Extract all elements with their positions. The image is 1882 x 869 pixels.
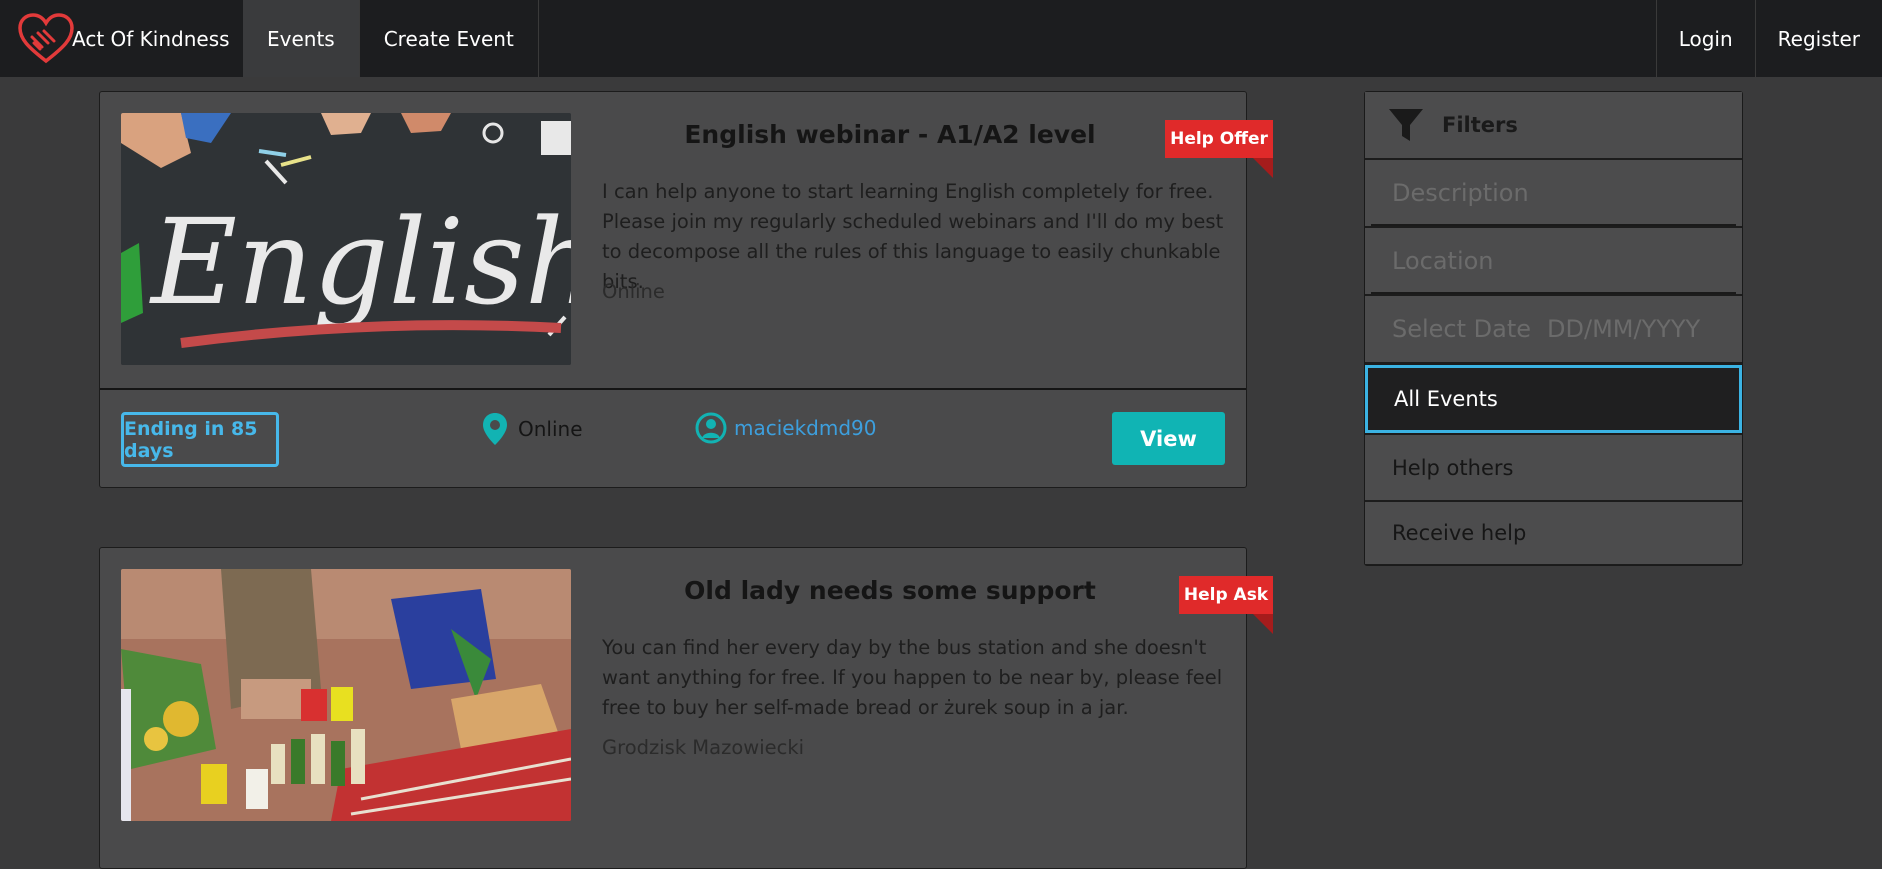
event-description: I can help anyone to start learning Engl… bbox=[602, 180, 1224, 293]
author-name[interactable]: maciekdmd90 bbox=[734, 416, 877, 440]
brand-name: Act Of Kindness bbox=[72, 26, 230, 51]
location-filter-input[interactable]: Location bbox=[1365, 228, 1742, 294]
event-description: You can find her every day by the bus st… bbox=[602, 636, 1223, 719]
help-ask-badge: Help Ask bbox=[1179, 576, 1273, 634]
filter-option-receive-help[interactable]: Receive help bbox=[1365, 502, 1742, 564]
filters-panel: Filters Description Location Select Date… bbox=[1364, 91, 1743, 566]
event-title[interactable]: Old lady needs some support bbox=[600, 576, 1180, 605]
view-button[interactable]: View bbox=[1112, 412, 1225, 465]
nav-create-event[interactable]: Create Event bbox=[360, 0, 539, 77]
filter-funnel-icon bbox=[1389, 109, 1423, 141]
footer-location: Online bbox=[482, 412, 583, 446]
map-pin-icon bbox=[483, 413, 507, 445]
input-underline bbox=[1371, 292, 1736, 294]
nav-right-group: Login Register bbox=[1655, 0, 1882, 77]
nav-login[interactable]: Login bbox=[1655, 0, 1755, 77]
ending-countdown-button[interactable]: Ending in 85 days bbox=[121, 412, 279, 467]
author-link[interactable]: maciekdmd90 bbox=[695, 412, 877, 444]
description-placeholder: Description bbox=[1392, 179, 1529, 207]
footer-location-text: Online bbox=[518, 417, 583, 441]
top-navbar: Act Of Kindness Events Create Event Logi… bbox=[0, 0, 1882, 77]
date-filter-input[interactable]: Select Date DD/MM/YYYY bbox=[1365, 296, 1742, 362]
nav-events[interactable]: Events bbox=[243, 0, 360, 77]
user-circle-icon bbox=[695, 412, 727, 444]
input-underline bbox=[1371, 224, 1736, 226]
filters-header: Filters bbox=[1365, 92, 1742, 158]
event-image bbox=[121, 569, 571, 821]
heart-handshake-icon bbox=[18, 12, 74, 63]
event-title[interactable]: English webinar - A1/A2 level bbox=[600, 120, 1180, 149]
filter-option-help-others[interactable]: Help others bbox=[1365, 435, 1742, 500]
date-placeholder: DD/MM/YYYY bbox=[1547, 315, 1701, 343]
event-location: Grodzisk Mazowiecki bbox=[602, 736, 805, 759]
nav-register[interactable]: Register bbox=[1754, 0, 1882, 77]
event-location: Online bbox=[602, 280, 665, 303]
event-card-footer: Ending in 85 days Online maciekdmd90 Vie… bbox=[100, 388, 1246, 489]
filter-option-all-events[interactable]: All Events bbox=[1365, 365, 1742, 433]
event-card: English English webinar - A1/A2 level He… bbox=[99, 91, 1273, 489]
help-offer-badge: Help Offer bbox=[1165, 120, 1273, 178]
location-placeholder: Location bbox=[1392, 247, 1494, 275]
english-image-text: English bbox=[149, 193, 571, 331]
filters-title: Filters bbox=[1442, 113, 1518, 137]
description-filter-input[interactable]: Description bbox=[1365, 160, 1742, 226]
brand-link[interactable]: Act Of Kindness bbox=[0, 0, 243, 77]
date-label: Select Date bbox=[1392, 315, 1532, 343]
event-image: English bbox=[121, 113, 571, 365]
event-card: Old lady needs some support Help Ask You… bbox=[99, 547, 1273, 869]
